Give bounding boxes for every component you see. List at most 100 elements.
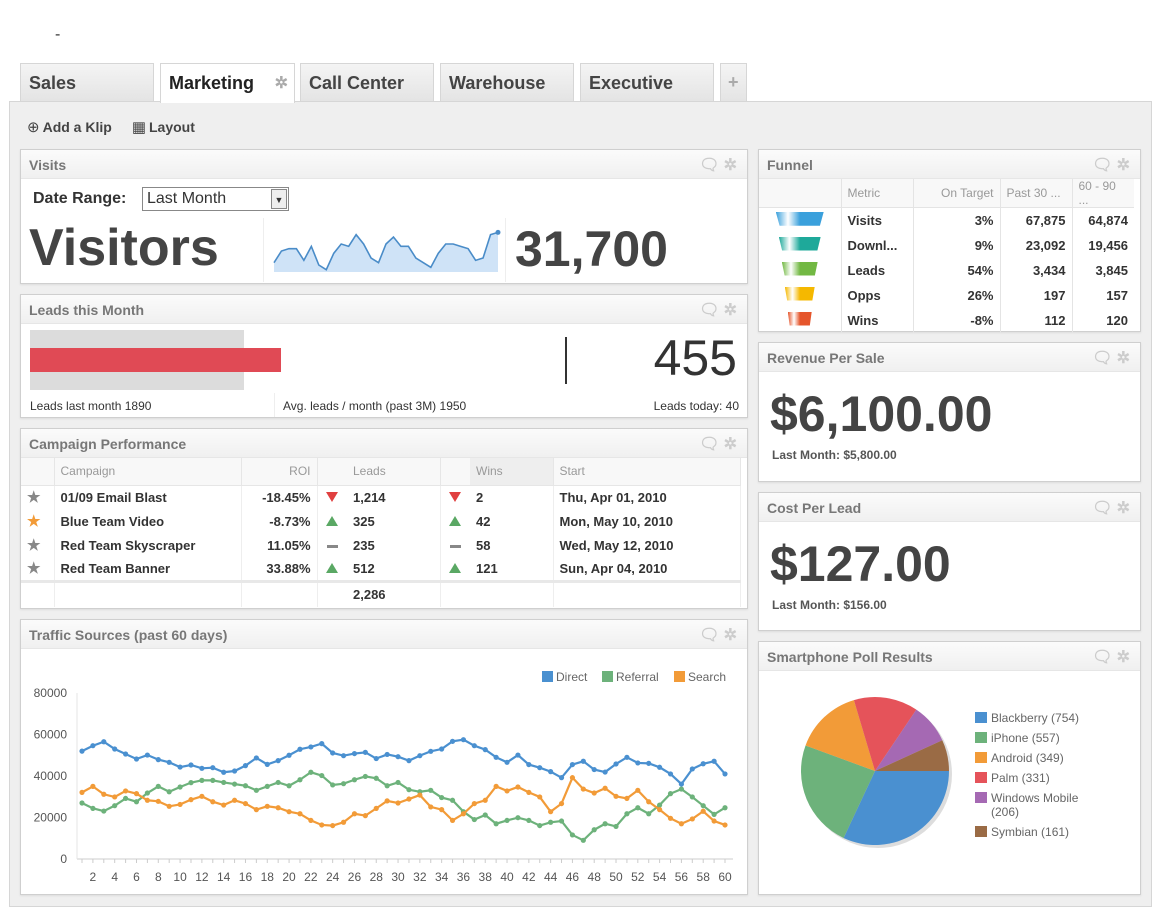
- col-leads[interactable]: Leads: [347, 458, 441, 486]
- x-tick-label: 34: [435, 870, 449, 884]
- star-icon[interactable]: ★: [21, 533, 55, 557]
- add-klip-button[interactable]: ⊕ Add a Klip: [27, 118, 112, 136]
- cost-panel: Cost Per Lead 🗨✲ $127.00 Last Month: $156…: [758, 492, 1141, 631]
- col-past-30[interactable]: Past 30 ...: [1000, 179, 1073, 208]
- comment-icon[interactable]: 🗨: [699, 157, 723, 174]
- revenue-last-month: Last Month: $5,800.00: [772, 448, 897, 462]
- data-point: [286, 752, 292, 758]
- gear-icon[interactable]: ✲: [275, 73, 288, 93]
- data-point: [101, 808, 107, 814]
- table-row[interactable]: Leads 54% 3,434 3,845: [759, 257, 1134, 283]
- gear-icon[interactable]: ✲: [1117, 500, 1134, 517]
- table-row[interactable]: ★ Blue Team Video -8.73% 325 42 Mon, May…: [21, 509, 741, 533]
- table-row[interactable]: Downl... 9% 23,092 19,456: [759, 232, 1134, 258]
- data-point: [79, 800, 85, 806]
- gear-icon[interactable]: ✲: [1117, 649, 1134, 666]
- star-icon[interactable]: ★: [21, 485, 55, 509]
- x-tick-label: 36: [457, 870, 471, 884]
- cost-last-month: Last Month: $156.00: [772, 598, 887, 612]
- add-tab-button[interactable]: +: [720, 63, 747, 101]
- data-point: [558, 800, 565, 807]
- legend-label: Palm (331): [991, 771, 1050, 785]
- table-row[interactable]: ★ Red Team Skyscraper 11.05% 235 58 Wed,…: [21, 533, 741, 557]
- revenue-value: $6,100.00: [770, 386, 993, 442]
- date-range-select[interactable]: Last Month ▼: [142, 187, 289, 211]
- data-point: [297, 811, 303, 817]
- data-point: [700, 808, 706, 814]
- panel-title: Campaign Performance: [29, 436, 187, 452]
- star-icon[interactable]: ★: [21, 557, 55, 581]
- x-tick-label: 4: [111, 870, 118, 884]
- data-point: [199, 765, 205, 771]
- y-tick-label: 20000: [34, 811, 68, 825]
- table-row[interactable]: Opps 26% 197 157: [759, 282, 1134, 308]
- data-point: [504, 788, 510, 794]
- data-point: [722, 771, 728, 777]
- comment-icon[interactable]: 🗨: [699, 627, 723, 644]
- data-point: [210, 799, 216, 805]
- data-point: [199, 793, 205, 799]
- col-campaign[interactable]: Campaign: [54, 458, 242, 486]
- layout-button[interactable]: ▦ Layout: [132, 118, 195, 136]
- data-point: [242, 763, 249, 769]
- gear-icon[interactable]: ✲: [1117, 157, 1134, 174]
- table-row[interactable]: Visits 3% 67,875 64,874: [759, 207, 1134, 233]
- table-row[interactable]: ★ 01/09 Email Blast -18.45% 1,214 2 Thu,…: [21, 485, 741, 509]
- data-point: [264, 761, 270, 767]
- gear-icon[interactable]: ✲: [724, 157, 741, 174]
- x-tick-label: 20: [282, 870, 296, 884]
- campaign-table: Campaign ROI Leads Wins Start ★ 01/09 Em…: [21, 458, 741, 607]
- col-roi[interactable]: ROI: [241, 458, 318, 486]
- data-point: [242, 800, 249, 807]
- table-row[interactable]: ★ Red Team Banner 33.88% 512 121 Sun, Ap…: [21, 557, 741, 581]
- gear-icon[interactable]: ✲: [724, 436, 741, 453]
- col-metric[interactable]: Metric: [841, 179, 914, 208]
- data-point: [133, 756, 140, 762]
- col-wins[interactable]: Wins: [470, 458, 554, 486]
- x-tick-label: 10: [173, 870, 187, 884]
- data-point: [449, 797, 456, 803]
- col-60-90[interactable]: 60 - 90 ...: [1072, 179, 1134, 208]
- data-point: [602, 769, 608, 775]
- data-point: [330, 782, 336, 788]
- panel-title: Traffic Sources (past 60 days): [29, 627, 228, 643]
- tab-marketing[interactable]: Marketing ✲: [160, 63, 295, 103]
- data-point: [122, 788, 129, 794]
- data-point: [384, 783, 390, 789]
- data-point: [406, 787, 412, 793]
- tab-label: Call Center: [309, 73, 405, 93]
- legend-swatch: [975, 826, 987, 837]
- gear-icon[interactable]: ✲: [724, 627, 741, 644]
- total-leads: 2,286: [347, 581, 441, 607]
- legend-swatch: [975, 792, 987, 803]
- comment-icon[interactable]: 🗨: [1092, 350, 1116, 367]
- data-point: [221, 779, 227, 786]
- star-icon[interactable]: ★: [21, 509, 55, 533]
- data-point: [221, 802, 227, 808]
- data-point: [428, 748, 434, 754]
- data-point: [471, 743, 477, 749]
- tab-executive[interactable]: Executive: [580, 63, 714, 101]
- chevron-down-icon[interactable]: ▼: [271, 189, 287, 209]
- comment-icon[interactable]: 🗨: [1092, 157, 1116, 174]
- col-start[interactable]: Start: [553, 458, 741, 486]
- funnel-stage-icon: [784, 286, 815, 301]
- comment-icon[interactable]: 🗨: [1092, 649, 1116, 666]
- data-point: [231, 781, 238, 787]
- data-point: [439, 807, 445, 813]
- tab-warehouse[interactable]: Warehouse: [440, 63, 574, 101]
- x-tick-label: 18: [261, 870, 275, 884]
- comment-icon[interactable]: 🗨: [1092, 500, 1116, 517]
- data-point: [482, 747, 488, 753]
- gear-icon[interactable]: ✲: [1117, 350, 1134, 367]
- gear-icon[interactable]: ✲: [724, 302, 741, 319]
- data-point: [79, 748, 85, 754]
- comment-icon[interactable]: 🗨: [699, 436, 723, 453]
- toolbar: ⊕ Add a Klip ▦ Layout: [27, 118, 195, 136]
- tab-sales[interactable]: Sales: [20, 63, 154, 101]
- comment-icon[interactable]: 🗨: [699, 302, 723, 319]
- table-row[interactable]: Wins -8% 112 120: [759, 307, 1134, 333]
- traffic-line-chart: 0200004000060000800002 4 6 8 10 12 14 16 18 20 22 2…: [34, 670, 733, 884]
- col-on-target[interactable]: On Target: [913, 179, 1001, 208]
- tab-call-center[interactable]: Call Center: [300, 63, 434, 101]
